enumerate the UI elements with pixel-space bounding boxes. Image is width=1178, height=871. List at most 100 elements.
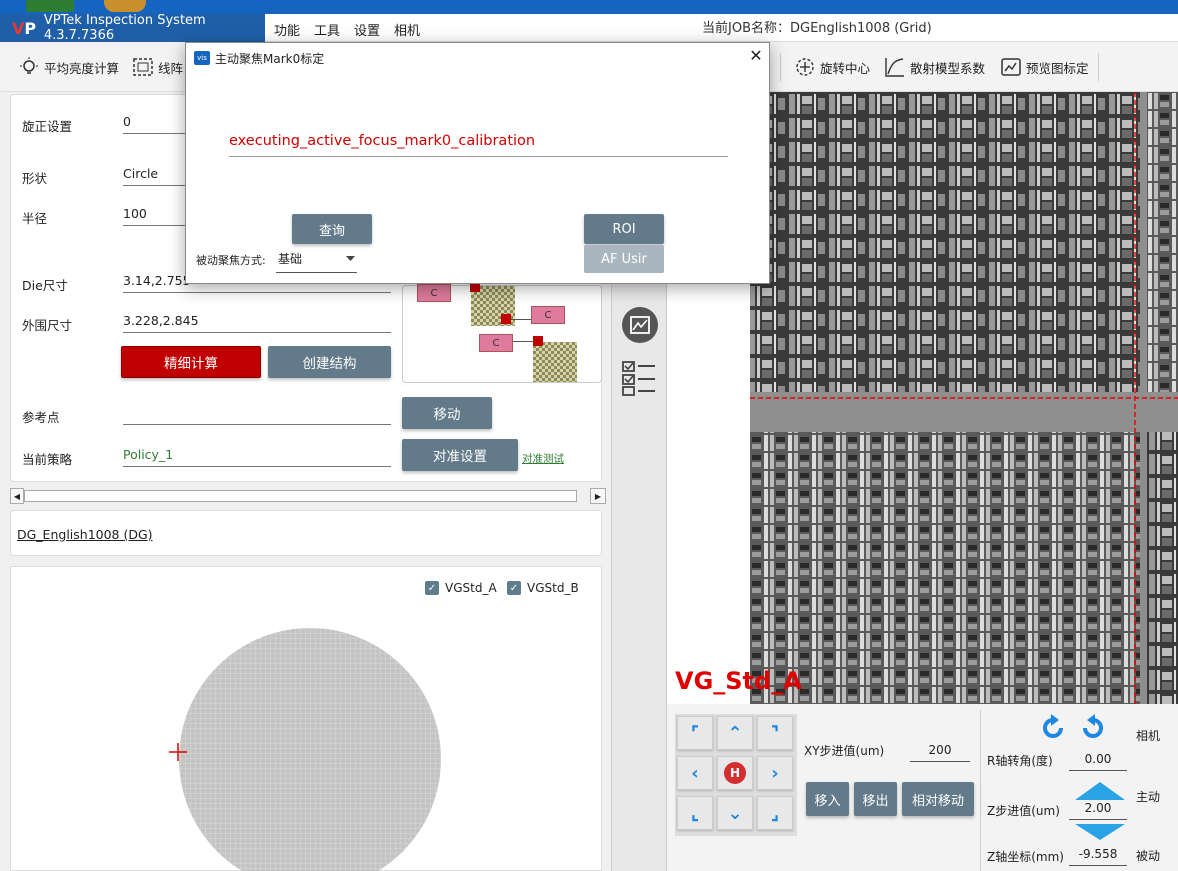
avg-brightness-label: 平均亮度计算 [44,60,120,76]
curve-icon [885,58,904,77]
scroll-left-icon[interactable]: ◀ [10,488,24,504]
scroll-thumb[interactable] [24,490,577,502]
xy-step-input[interactable]: 200 [910,740,970,762]
chevron-down-icon [346,256,355,261]
mark-point [501,314,511,324]
r-angle-label: R轴转角(度) [987,754,1053,768]
check-icon: ✓ [507,581,521,595]
line-array-label: 线阵 [158,60,184,76]
dg-name-link[interactable]: DG_English1008 (DG) [17,527,153,542]
jog-down-left-icon[interactable]: ⌞ [677,796,713,830]
menu-settings[interactable]: 设置 [354,20,380,39]
query-button[interactable]: 查询 [292,214,372,244]
scatter-model-button[interactable]: 散射模型系数 [884,56,985,78]
rotation-center-button[interactable]: 旋转中心 [794,56,870,78]
connector-line [513,341,533,342]
z-coord-input[interactable]: -9.558 [1069,844,1127,866]
ref-point-label: 参考点 [22,410,60,425]
rotation-input[interactable]: 0 [123,112,193,134]
menu-tools[interactable]: 工具 [314,20,340,39]
app-logo: VP [12,18,37,38]
toolbar-separator [780,53,781,81]
passive-focus-mode-select[interactable]: 基础 [276,247,357,273]
roi-button[interactable]: ROI [584,214,664,244]
z-coord-label: Z轴坐标(mm) [987,850,1064,864]
close-icon[interactable]: ✕ [746,45,766,65]
ref-point-input[interactable] [123,403,391,425]
structure-diagram: C C C [402,282,602,383]
scatter-model-label: 散射模型系数 [910,60,986,76]
align-settings-button[interactable]: 对准设置 [402,439,518,471]
preview-calibration-button[interactable]: 预览图标定 [1000,56,1089,78]
line-array-button[interactable]: 线阵 [132,56,183,78]
checkbox-label: VGStd_A [445,581,497,595]
outer-size-input[interactable]: 3.228,2.845 [123,311,391,333]
dialog-title: 主动聚焦Mark0标定 [215,52,325,66]
mark-box: C [417,284,451,302]
checkbox-vgstd-a[interactable]: ✓ VGStd_A [425,581,497,595]
z-step-input[interactable]: 2.00 [1069,798,1127,820]
jog-down-right-icon[interactable]: ⌟ [757,796,793,830]
app-title-block: VP VPTek Inspection System 4.3.7.7366 [0,13,265,43]
image-calibration-icon[interactable] [621,306,659,344]
horizontal-scrollbar[interactable]: ◀ ▶ [10,488,606,504]
die-size-label: Die尺寸 [22,278,68,293]
af-button: AF Usir [584,245,664,273]
outer-size-label: 外围尺寸 [22,318,73,333]
jog-right-icon[interactable]: › [757,756,793,790]
align-test-link[interactable]: 对准测试 [522,451,564,466]
wafer-map-panel: ✓ VGStd_A ✓ VGStd_B [10,566,602,871]
desktop-icon-2 [104,0,146,12]
stage-control-panel: ⌜ ⌃ ⌝ ‹ H › ⌞ ⌄ ⌟ XY步进值(um) 200 移入 移出 相对… [667,704,1178,871]
checkbox-vgstd-b[interactable]: ✓ VGStd_B [507,581,579,595]
move-out-button[interactable]: 移出 [854,782,897,816]
r-angle-input[interactable]: 0.00 [1069,749,1127,771]
move-button[interactable]: 移动 [402,397,492,429]
jog-left-icon[interactable]: ‹ [677,756,713,790]
die-thumbnail [533,342,577,382]
checklist-icon[interactable] [621,358,659,396]
rotate-ccw-icon[interactable] [1039,714,1067,742]
jog-up-right-icon[interactable]: ⌝ [757,716,793,750]
check-icon: ✓ [425,581,439,595]
jog-up-icon[interactable]: ⌃ [717,716,753,750]
jog-up-left-icon[interactable]: ⌜ [677,716,713,750]
passive-focus-mode-value: 基础 [278,252,303,266]
rotation-label: 旋正设置 [22,119,73,134]
menu-camera[interactable]: 相机 [394,20,420,39]
line-array-icon [133,58,153,76]
fine-calc-button[interactable]: 精细计算 [121,346,261,378]
dialog-status-message: executing_active_focus_mark0_calibration [229,133,728,157]
toolbar-separator [1098,53,1099,81]
jog-down-icon[interactable]: ⌄ [717,796,753,830]
bulb-icon [20,57,38,74]
active-label[interactable]: 主动 [1136,788,1160,805]
z-down-icon[interactable] [1075,824,1125,840]
crosshair-marker-icon [169,743,187,761]
app-title: VPTek Inspection System 4.3.7.7366 [43,13,206,43]
job-name-label: 当前JOB名称：DGEnglish1008 (Grid) [702,21,932,36]
shape-select[interactable]: Circle [123,164,193,186]
move-in-button[interactable]: 移入 [806,782,849,816]
divider [980,710,981,871]
radius-input[interactable]: 100 [123,204,193,226]
rotate-cw-icon[interactable] [1079,714,1107,742]
avg-brightness-button[interactable]: 平均亮度计算 [18,56,119,78]
checkbox-label: VGStd_B [527,581,579,595]
create-structure-button[interactable]: 创建结构 [268,346,391,378]
dg-panel: DG_English1008 (DG) [10,510,602,556]
dialog-app-icon: vis [194,51,210,65]
image-overlay-label: VG_Std_A [675,667,802,695]
scroll-right-icon[interactable]: ▶ [590,488,606,504]
passive-label[interactable]: 被动 [1136,847,1160,864]
focus-calibration-dialog: vis 主动聚焦Mark0标定 ✕ executing_active_focus… [185,42,770,284]
wafer-map[interactable] [171,619,451,871]
menu-function[interactable]: 功能 [274,20,300,39]
policy-label: 当前策略 [22,452,73,467]
camera-label: 相机 [1136,729,1161,743]
policy-input[interactable]: Policy_1 [123,445,391,467]
home-button[interactable]: H [717,756,753,790]
relative-move-button[interactable]: 相对移动 [902,782,974,816]
desktop-strip [0,0,1178,14]
desktop-icon-1 [26,0,74,12]
